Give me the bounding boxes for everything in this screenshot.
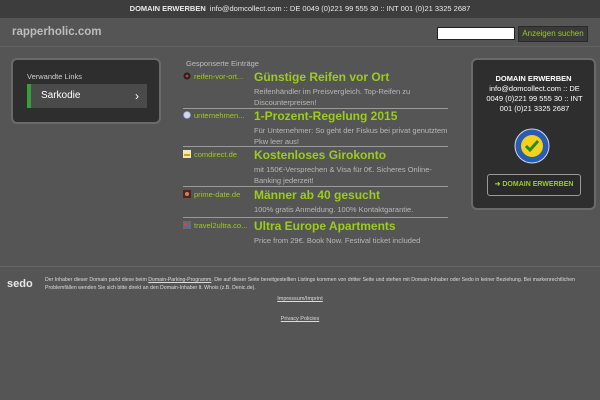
chevron-right-icon: › (135, 89, 139, 103)
ad-divider (183, 217, 448, 218)
parking-program-link[interactable]: Domain-Parking-Programm (148, 277, 211, 283)
sedo-logo-icon: sedo (7, 278, 33, 290)
ad-description: Price from 29€. Book Now. Festival ticke… (254, 236, 421, 245)
ad-title[interactable]: Kostenloses Girokonto (254, 148, 386, 162)
sponsored-title: Gesponserte Einträge (186, 59, 259, 68)
ad-domain[interactable]: unternehmen... (194, 111, 254, 120)
tire-favicon-icon (183, 72, 191, 80)
ad-description: 100% gratis Anmeldung. 100% Kontaktgaran… (254, 205, 414, 214)
top-bar: DOMAIN ERWERBEN info@domcollect.com :: DE… (0, 0, 600, 18)
domain-purchase-button[interactable]: ➜ DOMAIN ERWERBEN (487, 174, 581, 196)
ad-description: mit 150€-Versprechen & Visa für 0€. Sich… (254, 165, 432, 185)
ad-domain[interactable]: reifen-vor-ort... (194, 72, 254, 81)
related-link-label: Sarkodie (41, 90, 81, 101)
ad-domain[interactable]: travel2ultra.co... (194, 221, 254, 230)
footer-text-1: Der Inhaber dieser Domain parkt diese be… (45, 277, 149, 283)
purchase-contact: info@domcollect.com :: DE 0049 (0)221 99… (486, 84, 583, 113)
footer-divider (0, 266, 600, 267)
ad-description: Reifenhändler im Preisvergleich. Top-Rei… (254, 87, 411, 107)
trust-seal-icon (514, 128, 550, 164)
globe-favicon-icon (183, 111, 191, 119)
ad-title[interactable]: 1-Prozent-Regelung 2015 (254, 109, 397, 123)
footer-disclaimer: Der Inhaber dieser Domain parkt diese be… (45, 276, 593, 292)
ad-divider (183, 146, 448, 147)
ad-description: Für Unternehmer: So geht der Fiskus bei … (254, 126, 448, 146)
travel-favicon-icon (183, 221, 191, 229)
search-input[interactable] (437, 27, 515, 40)
site-name: rapperholic.com (12, 26, 102, 38)
ad-domain[interactable]: prime-date.de (194, 190, 254, 199)
purchase-title: DOMAIN ERWERBEN (495, 74, 572, 83)
topbar-contact: info@domcollect.com :: DE 0049 (0)221 99… (209, 4, 471, 13)
ad-title[interactable]: Männer ab 40 gesucht (254, 188, 380, 202)
related-links-panel: Verwandte Links Sarkodie › (11, 58, 161, 124)
related-links-title: Verwandte Links (27, 72, 83, 81)
ad-divider (183, 186, 448, 187)
related-link-item[interactable]: Sarkodie › (27, 84, 147, 108)
bank-favicon-icon (183, 150, 191, 158)
header-divider (0, 46, 600, 47)
ad-title[interactable]: Günstige Reifen vor Ort (254, 70, 389, 84)
topbar-label[interactable]: DOMAIN ERWERBEN (130, 4, 206, 13)
svg-text:sedo: sedo (7, 278, 33, 290)
domain-purchase-panel: DOMAIN ERWERBEN info@domcollect.com :: D… (471, 58, 596, 210)
ad-title[interactable]: Ultra Europe Apartments (254, 219, 396, 233)
privacy-link[interactable]: Privacy Policies (0, 316, 600, 322)
dating-favicon-icon (183, 190, 191, 198)
search-button[interactable]: Anzeigen suchen (518, 26, 588, 42)
ad-domain[interactable]: comdirect.de (194, 150, 254, 159)
impressum-link[interactable]: Impressum/Imprint (0, 296, 600, 302)
purchase-button-label: DOMAIN ERWERBEN (502, 181, 574, 188)
